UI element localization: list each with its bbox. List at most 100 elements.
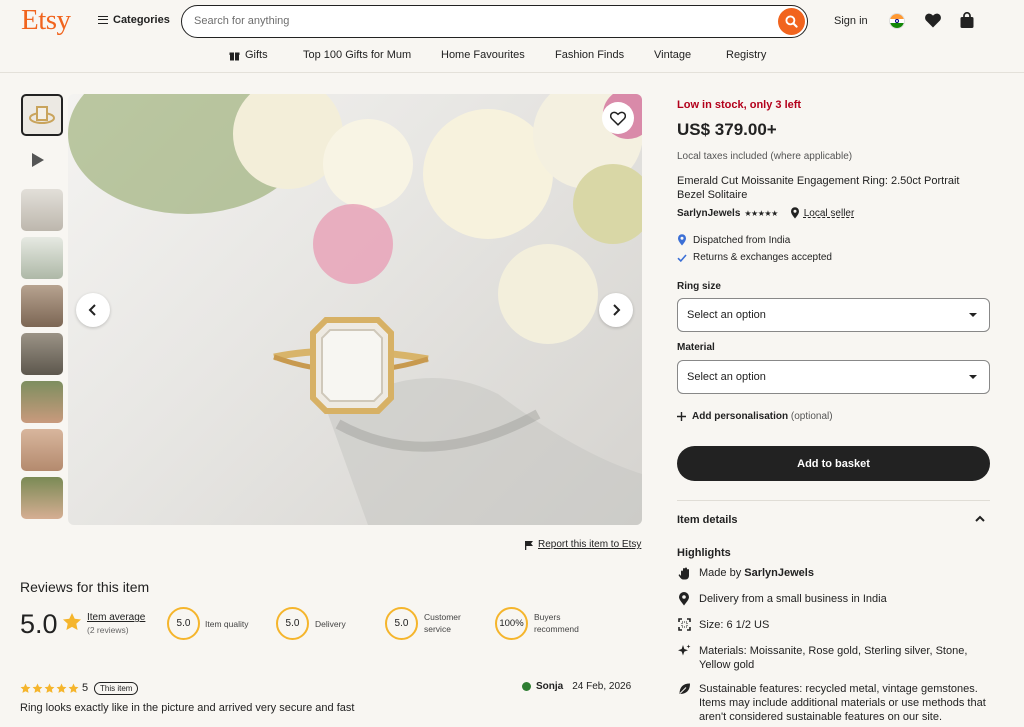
- highlight-sustainable: Sustainable features: recycled metal, vi…: [677, 682, 990, 724]
- this-item-badge: This item: [94, 682, 139, 695]
- personalise-optional: (optional): [790, 411, 833, 422]
- thumbnail-6[interactable]: [21, 333, 63, 375]
- stock-warning: Low in stock, only 3 left: [677, 99, 802, 111]
- thumbnail-4[interactable]: [21, 237, 63, 279]
- ring-thumbnail-image: [29, 106, 55, 124]
- review-stars: [20, 683, 79, 694]
- thumbnail-7[interactable]: [21, 381, 63, 423]
- plus-icon: [677, 412, 686, 421]
- star-icon: [20, 683, 31, 693]
- etsy-logo[interactable]: Etsy: [21, 4, 71, 37]
- nav-item-fashion-finds[interactable]: Fashion Finds: [555, 49, 624, 61]
- size-text: Size: 6 1/2 US: [699, 619, 770, 631]
- chevron-left-icon: [88, 304, 96, 316]
- ring-size-value: Select an option: [687, 309, 766, 321]
- video-play-icon[interactable]: [32, 153, 44, 167]
- ruler-square-icon: [677, 618, 691, 631]
- favorites-heart-icon[interactable]: [925, 13, 941, 28]
- prev-image-button[interactable]: [76, 293, 110, 327]
- nav-item-home-favourites[interactable]: Home Favourites: [441, 49, 525, 61]
- leaf-icon: [679, 683, 690, 694]
- quality-label: Item quality: [205, 619, 249, 629]
- signin-link[interactable]: Sign in: [834, 15, 868, 27]
- add-to-basket-button[interactable]: Add to basket: [677, 446, 990, 481]
- personalise-label: Add personalisation: [692, 411, 789, 422]
- search-input[interactable]: [182, 6, 742, 36]
- thumbnail-5[interactable]: [21, 285, 63, 327]
- chevron-up-icon[interactable]: [975, 515, 985, 523]
- returns-text: Returns & exchanges accepted: [693, 252, 832, 263]
- review-date: 24 Feb, 2026: [572, 681, 632, 692]
- material-value: Select an option: [687, 371, 766, 383]
- dispatch-info: Dispatched from India: [677, 234, 790, 246]
- location-pin-icon: [678, 234, 686, 246]
- review-count: (2 reviews): [87, 625, 129, 635]
- add-personalisation-button[interactable]: Add personalisation (optional): [677, 411, 833, 422]
- sustainable-text: Sustainable features: recycled metal, vi…: [699, 683, 986, 723]
- thumbnail-1[interactable]: [21, 94, 63, 136]
- average-score: 5.0: [20, 609, 58, 639]
- highlights-title: Highlights: [677, 547, 731, 559]
- search-button[interactable]: [778, 8, 805, 35]
- nav-item-registry[interactable]: Registry: [726, 49, 766, 61]
- ring-size-label: Ring size: [677, 281, 721, 292]
- location-pin-icon: [790, 207, 799, 219]
- location-pin-icon: [679, 592, 689, 606]
- gift-icon: [229, 52, 240, 60]
- tax-note: Local taxes included (where applicable): [677, 151, 853, 162]
- nav-item-vintage[interactable]: Vintage: [654, 49, 691, 61]
- reviews-title: Reviews for this item: [20, 579, 150, 595]
- categories-label: Categories: [113, 14, 170, 26]
- ring-photo: [68, 94, 642, 525]
- material-select[interactable]: Select an option: [677, 360, 990, 394]
- checkmark-icon: [677, 253, 687, 262]
- search-bar: [181, 5, 808, 38]
- made-by-seller[interactable]: SarlynJewels: [744, 567, 814, 579]
- product-price: US$ 379.00+: [677, 120, 777, 139]
- sparkle-icon: [678, 644, 691, 656]
- report-item-link[interactable]: Report this item to Etsy: [524, 539, 641, 550]
- delivery-score-badge: 5.0: [276, 607, 309, 640]
- highlight-materials: Materials: Moissanite, Rose gold, Sterli…: [677, 644, 990, 672]
- dispatch-text: Dispatched from India: [693, 234, 791, 246]
- menu-icon: [98, 16, 108, 24]
- report-label: Report this item to Etsy: [538, 539, 642, 550]
- reviewer-info: Sonja 24 Feb, 2026: [522, 681, 631, 692]
- hand-icon: [678, 567, 689, 580]
- nav-item-top-100-gifts[interactable]: Top 100 Gifts for Mum: [303, 49, 411, 61]
- thumbnail-9[interactable]: [21, 477, 63, 519]
- section-divider: [677, 500, 990, 501]
- delivery-label: Delivery: [315, 619, 346, 629]
- thumbnail-3[interactable]: [21, 189, 63, 231]
- seller-rating-stars: ★★★★★: [744, 208, 778, 218]
- review-text: Ring looks exactly like in the picture a…: [20, 702, 355, 714]
- india-flag-icon[interactable]: [889, 13, 905, 29]
- item-details-toggle[interactable]: Item details: [677, 514, 738, 526]
- header-divider: [0, 72, 1024, 73]
- star-icon: [56, 683, 67, 693]
- materials-text: Materials: Moissanite, Rose gold, Sterli…: [699, 645, 968, 671]
- highlight-made-by: Made by SarlynJewels: [677, 566, 990, 580]
- star-icon: [44, 683, 55, 693]
- nav-item-gifts[interactable]: Gifts: [229, 49, 268, 61]
- caret-down-icon: [969, 313, 977, 317]
- highlight-delivery: Delivery from a small business in India: [677, 592, 990, 606]
- reviewer-name[interactable]: Sonja: [536, 681, 563, 692]
- star-icon: [32, 683, 43, 693]
- nav-label: Gifts: [245, 49, 268, 61]
- heart-outline-icon: [610, 111, 626, 126]
- delivery-text: Delivery from a small business in India: [699, 593, 887, 605]
- search-icon: [785, 15, 798, 28]
- local-seller-link[interactable]: Local seller: [804, 208, 855, 219]
- returns-info: Returns & exchanges accepted: [677, 252, 832, 263]
- material-label: Material: [677, 342, 715, 353]
- thumbnail-8[interactable]: [21, 429, 63, 471]
- categories-button[interactable]: Categories: [98, 14, 170, 26]
- seller-name[interactable]: SarlynJewels: [677, 208, 740, 219]
- favorite-item-button[interactable]: [602, 102, 634, 134]
- recommend-score-badge: 100%: [495, 607, 528, 640]
- item-average-label[interactable]: Item average: [87, 612, 145, 623]
- basket-icon[interactable]: [959, 12, 975, 29]
- next-image-button[interactable]: [599, 293, 633, 327]
- ring-size-select[interactable]: Select an option: [677, 298, 990, 332]
